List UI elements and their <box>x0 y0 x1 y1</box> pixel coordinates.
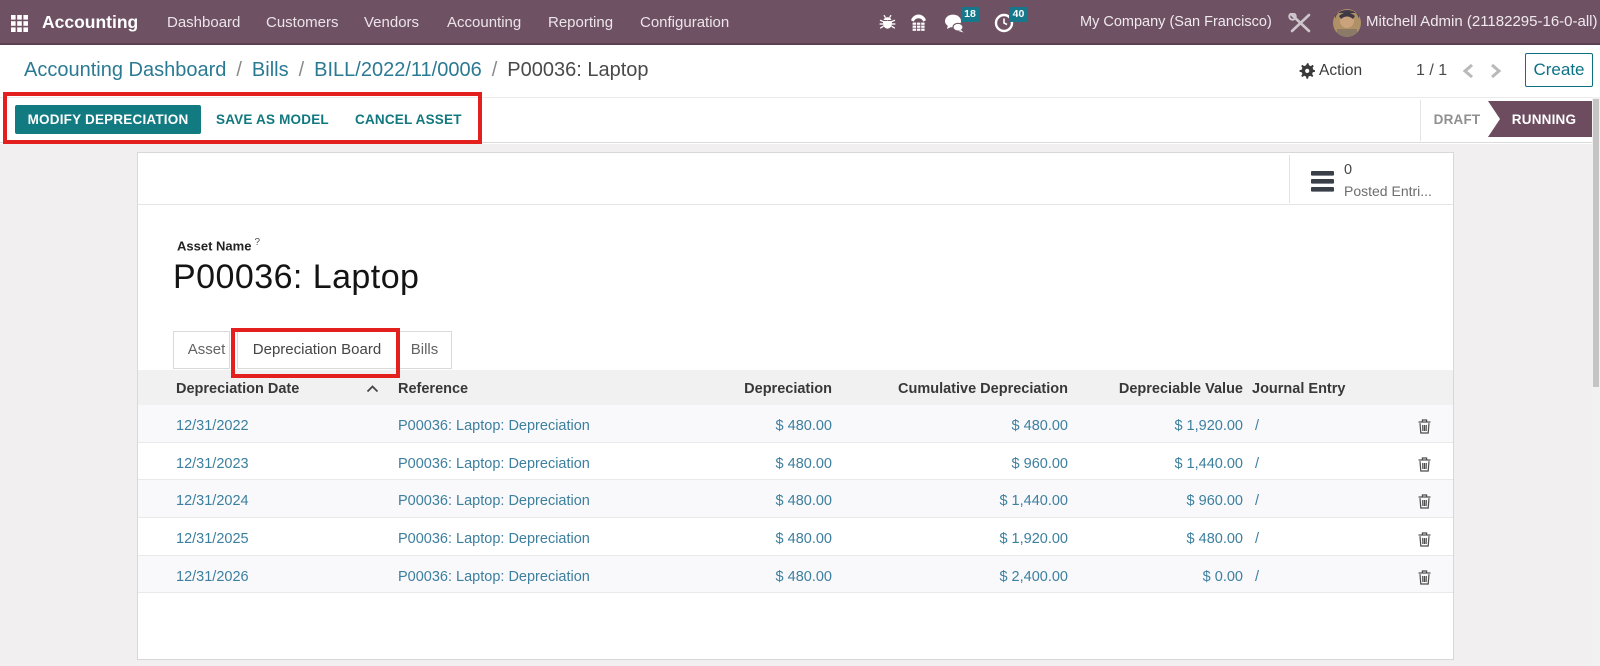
svg-text:RUNNING: RUNNING <box>1512 112 1576 127</box>
